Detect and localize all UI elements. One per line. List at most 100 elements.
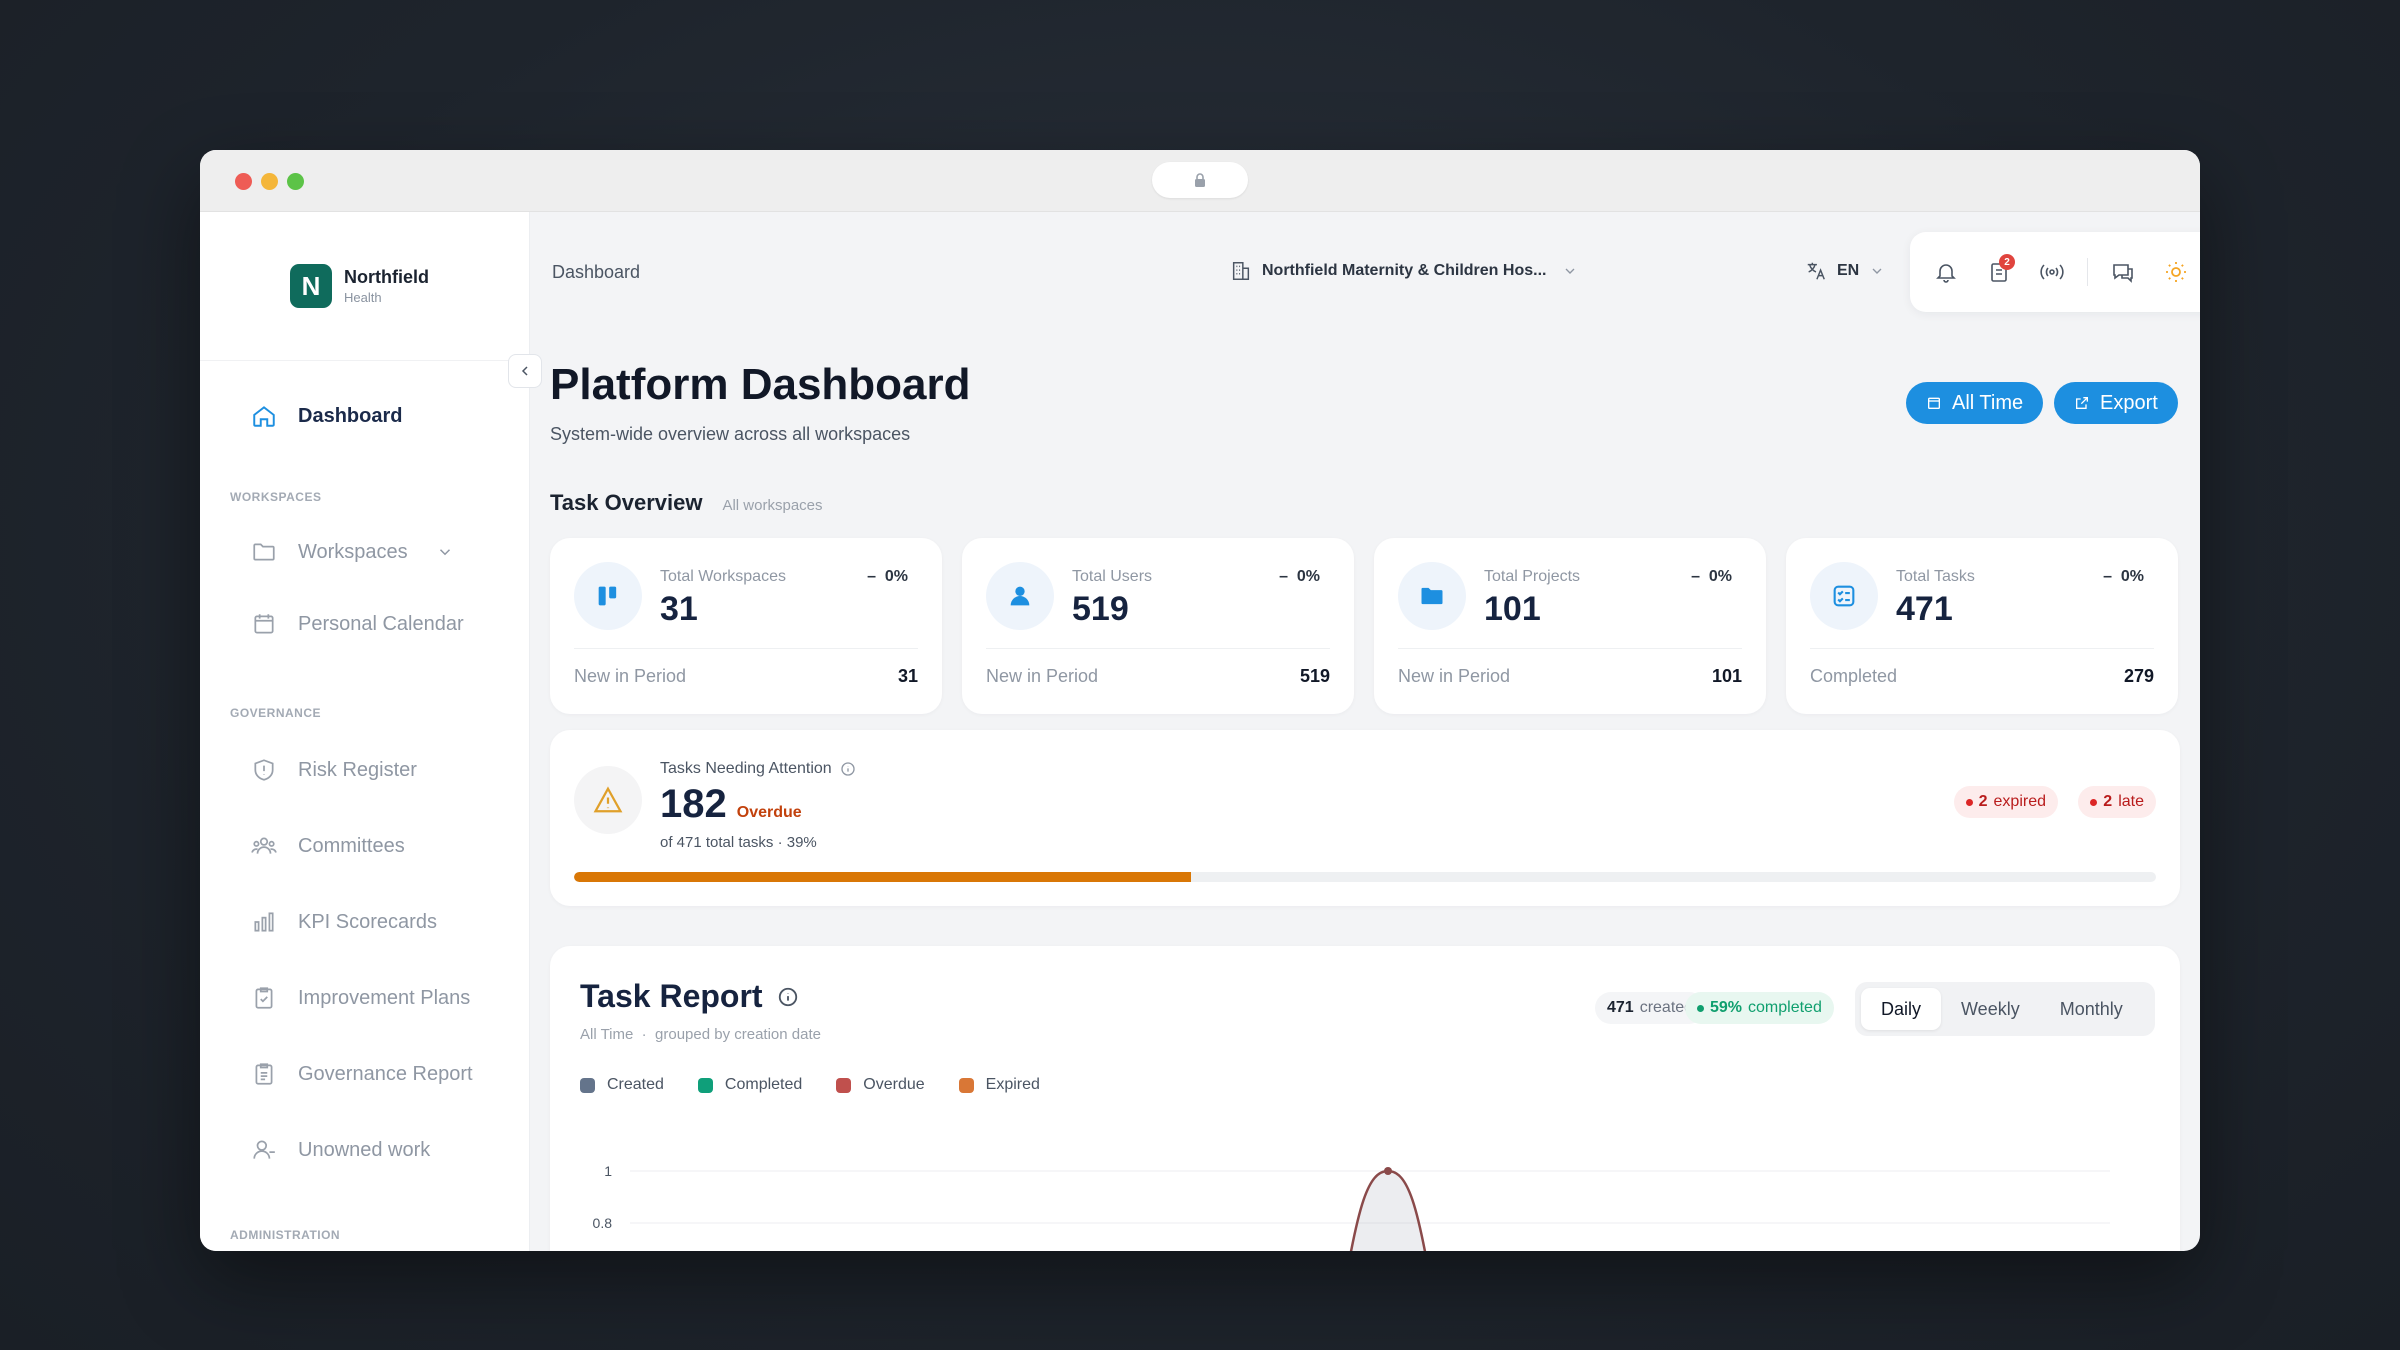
stat-card-users[interactable]: Total Users 519 – 0% New in Period 519 [962,538,1354,714]
bell-icon [1936,264,1956,283]
task-overview-heading: Task Overview All workspaces [550,490,823,516]
address-bar[interactable] [1152,162,1248,198]
stat-foot-value: 101 [1711,666,1742,686]
sidebar-item-label: Governance Report [298,1062,473,1085]
report-title: Task Report [580,978,799,1015]
attention-label-text: Tasks Needing Attention [660,760,832,777]
sidebar-item-workspaces[interactable]: Workspaces [250,538,454,566]
stat-foot-value: 279 [2123,666,2154,686]
sidebar-item-label: Committees [298,834,405,857]
minimize-window-button[interactable] [261,173,278,190]
bar-chart-icon [250,908,278,936]
language-selector[interactable]: EN [1805,260,1885,282]
stat-label: Total Tasks [1896,568,1975,585]
user-icon [986,562,1054,630]
tab-monthly[interactable]: Monthly [2040,988,2143,1030]
legend-item-created[interactable]: Created [580,1076,664,1094]
hospital-selector[interactable]: Northfield Maternity & Children Hos... [1230,260,1578,282]
folder-icon [1398,562,1466,630]
stat-foot-label: New in Period [574,666,687,686]
info-icon[interactable] [777,986,799,1008]
stat-foot-value: 31 [897,666,918,686]
sidebar-item-kpi-scorecards[interactable]: KPI Scorecards [250,908,437,936]
y-tick-label: 1 [604,1163,612,1179]
tasks-attention-card[interactable]: Tasks Needing Attention 182 Overdue of 4… [550,730,2180,906]
sidebar-item-label: Personal Calendar [298,612,464,635]
sidebar-item-unowned-work[interactable]: Unowned work [250,1136,430,1164]
stat-value: 519 [1072,590,1129,628]
period-toggle: Daily Weekly Monthly [1855,982,2155,1036]
close-window-button[interactable] [235,173,252,190]
home-icon [250,402,278,430]
sidebar-item-personal-calendar[interactable]: Personal Calendar [250,610,464,638]
tab-daily[interactable]: Daily [1861,988,1942,1030]
clipboard-check-icon [250,984,278,1012]
report-icon [250,1060,278,1088]
stat-card-tasks[interactable]: Total Tasks 471 – 0% Completed 279 [1786,538,2178,714]
calendar-icon [250,610,278,638]
shield-icon [250,756,278,784]
late-chip[interactable]: 2 late [2078,786,2156,818]
messages-button[interactable] [2105,254,2141,290]
section-label-administration: ADMINISTRATION [230,1228,341,1242]
sun-icon [2166,262,2186,282]
page-subtitle: System-wide overview across all workspac… [550,424,911,444]
section-label-governance: GOVERNANCE [230,706,322,720]
stat-label: Total Workspaces [660,568,786,585]
kanban-icon [574,562,642,630]
section-subtitle: All workspaces [722,497,823,514]
stat-card-workspaces[interactable]: Total Workspaces 31 – 0% New in Period 3… [550,538,942,714]
sidebar-item-committees[interactable]: Committees [250,832,405,860]
sidebar-item-label: KPI Scorecards [298,910,437,933]
stat-change: – 0% [867,568,908,585]
brand-subtitle: Health [344,290,382,305]
notifications-button[interactable] [1928,254,1964,290]
maximize-window-button[interactable] [287,173,304,190]
chart-legend: Created Completed Overdue Expired [580,1076,1040,1094]
title-bar [200,150,2200,212]
legend-item-completed[interactable]: Completed [697,1076,802,1094]
sidebar-item-governance-report[interactable]: Governance Report [250,1060,473,1088]
people-icon [250,832,278,860]
legend-item-expired[interactable]: Expired [958,1076,1040,1094]
stat-change: – 0% [1279,568,1320,585]
sidebar-item-risk-register[interactable]: Risk Register [250,756,417,784]
chat-icon [2113,264,2133,283]
broadcast-button[interactable] [2034,254,2070,290]
export-label: Export [2100,391,2158,414]
expired-chip[interactable]: 2 expired [1953,786,2058,818]
page-title: Platform Dashboard [550,360,971,409]
info-icon[interactable] [840,761,856,777]
attention-progress-bar [574,872,2156,882]
building-icon [1232,262,1250,280]
date-range-button[interactable]: All Time [1906,382,2044,424]
sidebar-item-dashboard[interactable]: Dashboard [250,402,402,430]
checklist-icon [1810,562,1878,630]
warning-icon [574,766,642,834]
divider [986,648,1330,649]
hospital-name: Northfield Maternity & Children Hos... [1262,262,1547,279]
tasks-inbox-button[interactable]: 2 [1981,254,2017,290]
stat-value: 31 [660,590,698,628]
brand-name: Northfield [344,267,429,287]
breadcrumb[interactable]: Dashboard [552,262,640,283]
legend-item-overdue[interactable]: Overdue [836,1076,925,1094]
chevron-down-icon [1872,268,1882,274]
stat-foot-label: New in Period [1398,666,1511,686]
export-button[interactable]: Export [2054,382,2178,424]
divider [1810,648,2154,649]
stat-card-projects[interactable]: Total Projects 101 – 0% New in Period 10… [1374,538,1766,714]
toolbar-separator [2087,258,2088,286]
chevron-down-icon [436,543,454,561]
collapse-sidebar-button[interactable] [508,354,542,388]
sidebar-item-improvement-plans[interactable]: Improvement Plans [250,984,470,1012]
overdue-peak-point[interactable] [1384,1167,1392,1175]
translate-icon [1807,262,1825,280]
y-tick-label: 0.8 [593,1215,613,1231]
notification-badge: 2 [1999,254,2015,270]
theme-toggle-button[interactable] [2158,254,2194,290]
report-subtitle: All Time · grouped by creation date [580,1026,821,1043]
brand[interactable]: N Northfield Health [290,264,429,308]
tab-weekly[interactable]: Weekly [1941,988,2040,1030]
sidebar: N Northfield Health Dashboard WORKSPACES… [200,212,530,1251]
